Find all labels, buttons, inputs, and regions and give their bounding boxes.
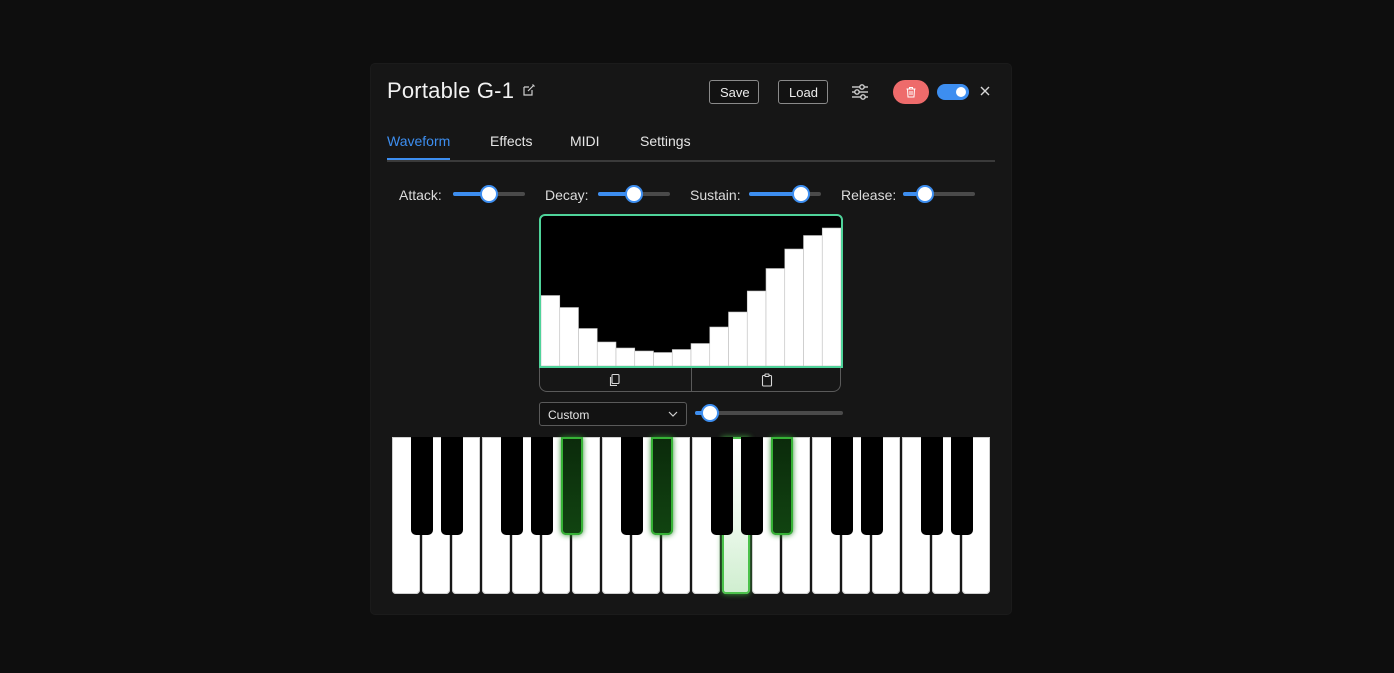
black-key[interactable] [501,437,523,535]
load-button[interactable]: Load [778,80,828,104]
enable-toggle[interactable] [937,84,969,100]
tab-midi[interactable]: MIDI [570,133,600,149]
decay-label: Decay: [545,187,589,203]
slider-thumb[interactable] [480,185,498,203]
waveform-bar[interactable] [746,290,767,366]
waveform-bar[interactable] [765,268,786,367]
delete-button[interactable] [893,80,929,104]
waveform-bar[interactable] [578,328,598,367]
attack-slider[interactable] [453,185,525,203]
waveform-bar[interactable] [821,227,841,366]
waveform-bar[interactable] [803,235,823,367]
waveform-bar[interactable] [690,343,711,367]
waveform-bars[interactable] [541,216,841,366]
black-key[interactable] [561,437,583,535]
active-tab-indicator [387,158,450,160]
piano-keyboard[interactable] [391,437,991,597]
waveform-actions [539,368,841,392]
copy-icon [609,373,620,387]
copy-button[interactable] [540,368,690,392]
waveform-bar[interactable] [541,295,561,367]
tab-effects[interactable]: Effects [490,133,533,149]
black-key[interactable] [651,437,673,535]
waveform-editor[interactable] [539,214,843,368]
sliders-icon[interactable] [850,82,870,102]
release-label: Release: [841,187,897,203]
paste-button[interactable] [692,368,842,392]
attack-label: Attack: [399,187,442,203]
toggle-knob [956,87,966,97]
decay-slider[interactable] [598,185,670,203]
tab-waveform[interactable]: Waveform [387,133,450,149]
waveform-bar[interactable] [653,352,673,367]
chevron-down-icon [668,411,678,417]
waveform-bar[interactable] [634,350,654,366]
waveform-bar[interactable] [728,311,748,366]
waveform-bar[interactable] [671,349,692,367]
black-key[interactable] [741,437,763,535]
tab-settings[interactable]: Settings [640,133,691,149]
black-key[interactable] [771,437,793,535]
preset-value: Custom [548,408,590,422]
preset-slider[interactable] [695,404,843,422]
slider-thumb[interactable] [625,185,643,203]
synth-panel: Portable G-1 Save Load Waveform Effects … [371,64,1011,614]
sustain-label: Sustain: [690,187,741,203]
waveform-bar[interactable] [615,347,636,366]
slider-thumb[interactable] [700,404,719,422]
black-key[interactable] [831,437,853,535]
waveform-bar[interactable] [559,307,579,367]
slider-thumb[interactable] [915,185,934,203]
close-icon[interactable] [979,85,991,97]
save-button[interactable]: Save [709,80,759,104]
black-key[interactable] [411,437,433,535]
edit-icon[interactable] [522,83,536,97]
instrument-title: Portable G-1 [387,78,515,103]
black-key[interactable] [951,437,973,535]
preset-select[interactable]: Custom [539,402,687,426]
waveform-bar[interactable] [596,341,617,366]
black-key[interactable] [921,437,943,535]
waveform-bar[interactable] [784,248,804,366]
black-key[interactable] [711,437,733,535]
paste-icon [761,373,773,387]
trash-icon [906,87,916,98]
slider-thumb[interactable] [791,185,810,203]
sustain-slider[interactable] [749,185,821,203]
black-key[interactable] [531,437,553,535]
black-key[interactable] [621,437,643,535]
black-key[interactable] [861,437,883,535]
black-key[interactable] [441,437,463,535]
waveform-bar[interactable] [709,326,729,366]
release-slider[interactable] [903,185,975,203]
tab-bar: Waveform Effects MIDI Settings [387,122,995,162]
